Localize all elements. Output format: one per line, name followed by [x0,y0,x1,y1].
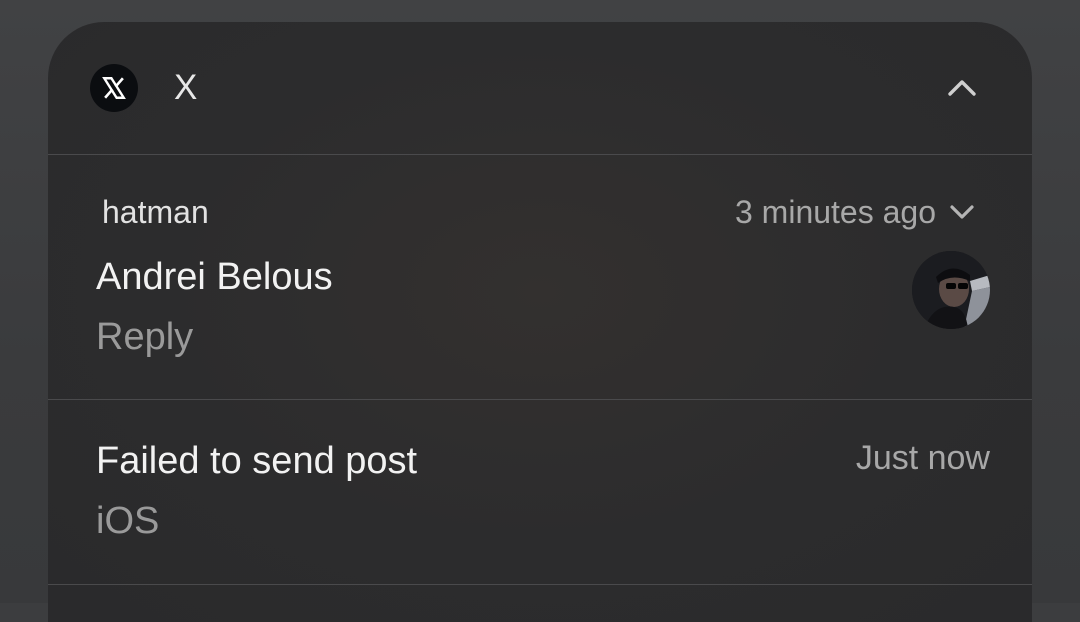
divider [48,154,1032,155]
x-logo-icon [90,64,138,112]
chevron-down-icon [950,205,974,219]
expand-button[interactable] [944,194,980,230]
notification-app-label: hatman [102,194,209,230]
chevron-up-icon [948,80,976,96]
x-logo-glyph [102,77,126,99]
divider [48,584,1032,585]
user-avatar [912,251,990,329]
notification-group-header[interactable]: X [48,22,1032,154]
notification-title: Andrei Belous [96,256,333,298]
notification-timestamp: 3 minutes ago [734,194,936,230]
collapse-button[interactable] [936,66,988,110]
divider [48,399,1032,400]
notification-body: iOS [96,500,160,542]
avatar-photo [912,251,990,329]
app-name: X [174,68,198,107]
notification-title: Failed to send post [96,440,418,482]
notification-body: Reply [96,316,194,358]
notification-timestamp: Just now [855,439,990,477]
notification-group-card[interactable]: X hatman 3 minutes ago Andrei Belous Rep… [48,22,1032,622]
